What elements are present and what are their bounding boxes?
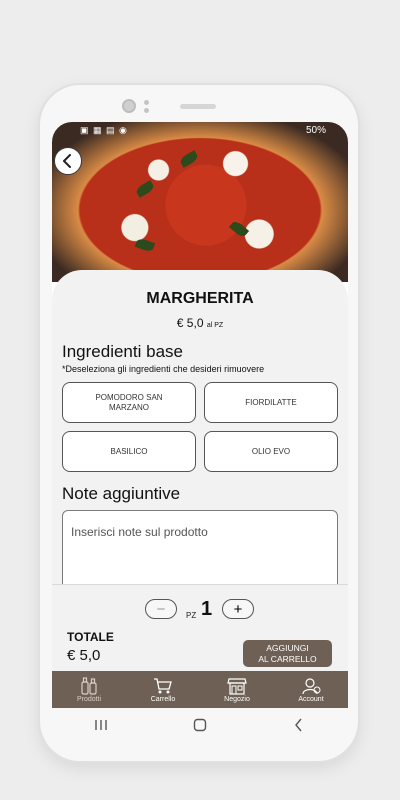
ingredient-toggle-fiordilatte[interactable]: FIORDILATTE xyxy=(204,382,338,423)
add-to-cart-button[interactable]: AGGIUNGI AL CARRELLO xyxy=(243,640,332,667)
chevron-left-icon xyxy=(63,154,71,168)
bottom-tab-bar: Prodotti Carrello Negozio Account xyxy=(52,671,348,708)
decrease-quantity-button[interactable]: − xyxy=(145,599,177,619)
status-bar: ▣ ▦ ▤ ◉ 50% xyxy=(52,122,348,140)
total-label: TOTALE xyxy=(67,630,114,644)
cart-icon xyxy=(154,677,172,693)
back-button[interactable] xyxy=(54,147,82,175)
add-to-cart-line1: AGGIUNGI xyxy=(266,642,309,653)
ingredients-hint: *Deseleziona gli ingredienti che desider… xyxy=(62,364,265,374)
speaker xyxy=(180,104,216,109)
price-unit: al PZ xyxy=(206,322,224,329)
notification-icons: ▣ ▦ ▤ ◉ xyxy=(80,125,128,135)
ingredient-toggle-basilico[interactable]: BASILICO xyxy=(62,431,196,472)
quantity-unit: PZ xyxy=(186,611,197,620)
product-price: € 5,0 al PZ xyxy=(52,316,348,330)
account-icon xyxy=(302,677,321,694)
bottles-icon xyxy=(81,676,97,695)
back-nav-icon[interactable] xyxy=(289,715,309,735)
ingredients-title: Ingredienti base xyxy=(62,342,183,361)
home-icon[interactable] xyxy=(190,715,210,735)
quantity-value: 1 xyxy=(201,598,213,620)
add-to-cart-line2: AL CARRELLO xyxy=(258,653,317,664)
increase-quantity-button[interactable]: + xyxy=(222,599,254,619)
basil-leaf xyxy=(228,219,250,239)
basil-leaf xyxy=(134,180,156,198)
battery-level: 50% xyxy=(305,125,326,136)
store-icon xyxy=(227,677,247,695)
notes-textarea[interactable]: Inserisci note sul prodotto xyxy=(62,510,338,590)
price-value: € 5,0 xyxy=(176,316,204,330)
system-navigation-bar xyxy=(52,708,348,742)
front-camera xyxy=(122,99,136,113)
sensor xyxy=(144,108,149,113)
tab-label: Carrello xyxy=(150,695,176,703)
recent-apps-icon[interactable] xyxy=(91,715,111,735)
tab-label: Account xyxy=(298,695,324,703)
notes-title: Note aggiuntive xyxy=(62,484,181,503)
order-footer: − PZ 1 + TOTALE € 5,0 AGGIUNGI AL CARREL… xyxy=(52,584,348,672)
tab-account[interactable]: Account xyxy=(274,671,348,708)
tab-negozio[interactable]: Negozio xyxy=(200,671,274,708)
tab-label: Prodotti xyxy=(76,695,102,703)
tab-label: Negozio xyxy=(224,695,250,703)
total-value: € 5,0 xyxy=(67,647,101,664)
tab-prodotti[interactable]: Prodotti xyxy=(52,671,126,708)
tab-carrello[interactable]: Carrello xyxy=(126,671,200,708)
ingredient-toggle-pomodoro[interactable]: POMODORO SAN MARZANO xyxy=(62,382,196,423)
basil-leaf xyxy=(178,150,200,168)
sensor xyxy=(144,100,149,105)
product-image xyxy=(52,122,348,282)
ingredient-toggle-olio[interactable]: OLIO EVO xyxy=(204,431,338,472)
product-title: MARGHERITA xyxy=(146,290,254,307)
app-screen: ▣ ▦ ▤ ◉ 50% MARGHERITA € 5,0 al PZ Ingre… xyxy=(52,122,348,708)
basil-leaf xyxy=(134,237,156,253)
notes-placeholder: Inserisci note sul prodotto xyxy=(71,525,208,539)
